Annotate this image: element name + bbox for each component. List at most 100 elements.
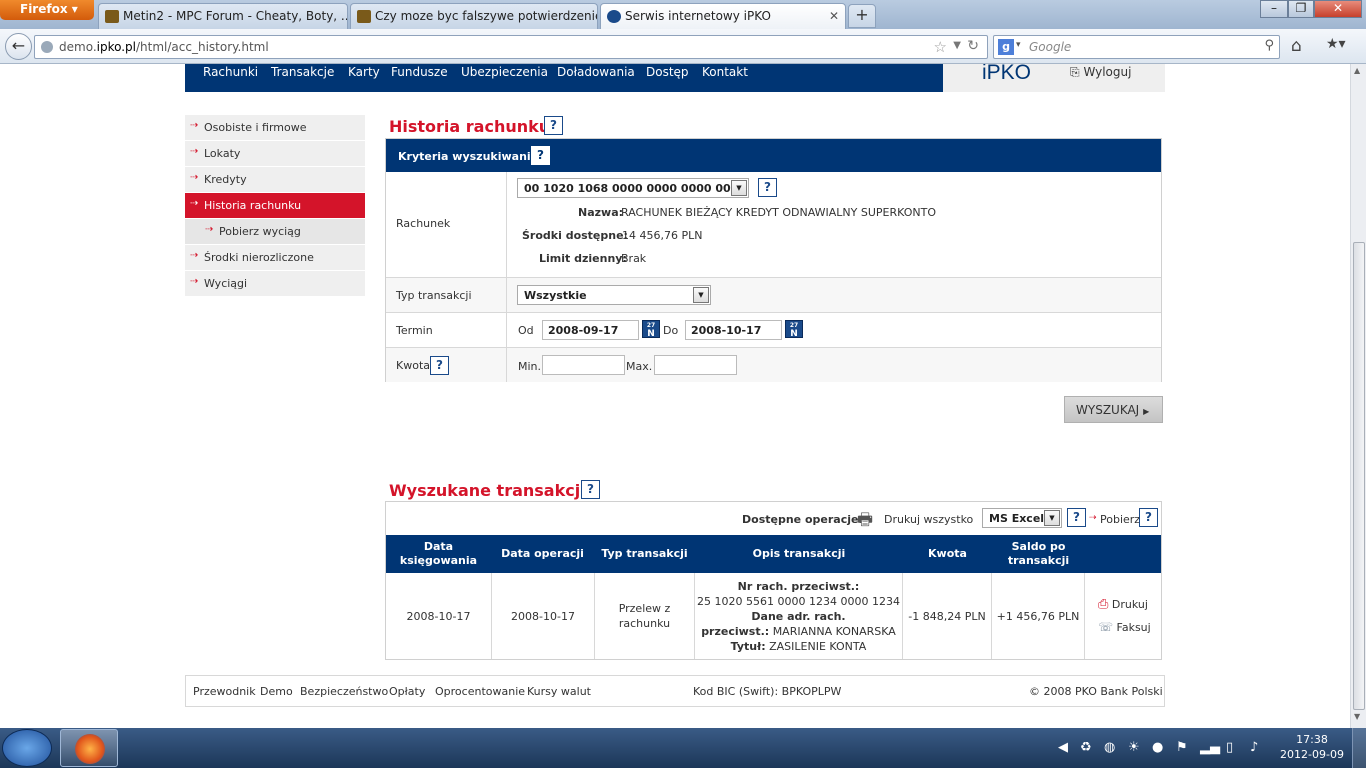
account-select[interactable]: 00 1020 1068 0000 0000 0000 0000 ▼ xyxy=(517,178,749,198)
show-desktop-button[interactable] xyxy=(1352,728,1366,768)
pdf-icon: ⎙ xyxy=(1098,596,1109,612)
download-help-button[interactable]: ? xyxy=(1139,508,1158,527)
chevron-down-icon: ▾ xyxy=(71,2,78,16)
tray-arrow-icon[interactable]: ◀ xyxy=(1058,740,1068,755)
account-row: Rachunek 00 1020 1068 0000 0000 0000 000… xyxy=(386,172,1161,277)
calendar-icon[interactable]: 27 N xyxy=(785,320,803,339)
close-tab-icon[interactable]: ✕ xyxy=(829,9,839,23)
fax-icon: ☏ xyxy=(1098,619,1114,634)
back-button[interactable]: ← xyxy=(5,33,32,60)
col-description[interactable]: Opis transakcji xyxy=(695,535,903,573)
nav-karty[interactable]: Karty xyxy=(348,65,380,79)
bookmarks-icon[interactable]: ★▾ xyxy=(1326,36,1346,52)
format-select[interactable]: MS Excel ▼ xyxy=(982,508,1062,528)
dropdown-arrow-icon[interactable]: ▼ xyxy=(953,40,961,51)
browser-nav-bar: ← demo.ipko.pl/html/acc_history.html ☆ ▼… xyxy=(0,29,1366,64)
footer-link-przewodnik[interactable]: Przewodnik xyxy=(193,685,256,698)
tray-network-globe-icon[interactable]: ◍ xyxy=(1104,740,1115,755)
col-balance[interactable]: Saldo po transakcji xyxy=(992,535,1085,573)
minimize-button[interactable]: – xyxy=(1260,0,1288,18)
nav-transakcje[interactable]: Transakcje xyxy=(271,65,334,79)
amount-max-input[interactable] xyxy=(654,355,737,375)
vertical-scrollbar[interactable]: ▲ ▼ xyxy=(1350,64,1366,728)
tray-green-icon[interactable]: ● xyxy=(1152,740,1163,755)
type-select[interactable]: Wszystkie ▼ xyxy=(517,285,711,305)
account-help-button[interactable]: ? xyxy=(758,178,777,197)
tab-metin2[interactable]: Metin2 - MPC Forum - Cheaty, Boty, ... xyxy=(98,3,348,29)
nav-doladowania[interactable]: Doładowania xyxy=(557,65,635,79)
chevron-down-icon: ▼ xyxy=(693,287,709,303)
footer-link-oplaty[interactable]: Opłaty xyxy=(389,685,425,698)
col-operation-date[interactable]: Data operacji xyxy=(491,535,594,573)
tray-monitor-icon[interactable]: ▯ xyxy=(1226,740,1233,755)
play-arrow-icon: ▶ xyxy=(1143,407,1150,416)
arrow-icon: ⇢ xyxy=(190,250,199,261)
tab-ipko[interactable]: Serwis internetowy iPKO ✕ xyxy=(600,3,846,29)
arrow-icon: ⇢ xyxy=(190,198,199,209)
search-icon[interactable]: ⚲ xyxy=(1264,38,1274,53)
date-from-input[interactable]: 2008-09-17 xyxy=(542,320,639,340)
format-help-button[interactable]: ? xyxy=(1067,508,1086,527)
tray-flag-icon[interactable]: ⚑ xyxy=(1176,740,1188,755)
date-to-input[interactable]: 2008-10-17 xyxy=(685,320,782,340)
nav-rachunki[interactable]: Rachunki xyxy=(203,65,258,79)
footer-link-oprocentowanie[interactable]: Oprocentowanie xyxy=(435,685,525,698)
sidebar-item-pobierz-wyciag[interactable]: ⇢ Pobierz wyciąg xyxy=(185,219,365,244)
nav-fundusze[interactable]: Fundusze xyxy=(391,65,448,79)
results-help-button[interactable]: ? xyxy=(581,480,600,499)
nav-dostep[interactable]: Dostęp xyxy=(646,65,689,79)
firefox-menu-button[interactable]: Firefox ▾ xyxy=(0,0,94,20)
sidebar-item-osobiste[interactable]: ⇢ Osobiste i firmowe xyxy=(185,115,365,140)
new-tab-button[interactable]: + xyxy=(848,4,876,28)
table-header: Data księgowania Data operacji Typ trans… xyxy=(386,535,1161,573)
col-type[interactable]: Typ transakcji xyxy=(594,535,695,573)
footer-link-demo[interactable]: Demo xyxy=(260,685,293,698)
tray-weather-icon[interactable]: ☀ xyxy=(1128,740,1140,755)
amount-help-button[interactable]: ? xyxy=(430,356,449,375)
ipko-logo: iPKO xyxy=(982,64,1032,84)
print-link[interactable]: ⎙ Drukuj xyxy=(1098,594,1148,616)
logo-area xyxy=(943,64,1165,92)
tray-signal-icon[interactable]: ▂▄ xyxy=(1200,740,1220,755)
home-icon[interactable]: ⌂ xyxy=(1291,36,1302,56)
url-bar[interactable]: demo.ipko.pl/html/acc_history.html ☆ ▼ ↻ xyxy=(34,35,988,59)
reload-icon[interactable]: ↻ xyxy=(967,38,979,54)
sidebar-item-srodki[interactable]: ⇢ Środki nierozliczone xyxy=(185,245,365,270)
col-booking-date[interactable]: Data księgowania xyxy=(386,535,491,573)
criteria-help-button[interactable]: ? xyxy=(531,146,550,165)
nav-ubezpieczenia[interactable]: Ubezpieczenia xyxy=(461,65,548,79)
search-input[interactable]: g ▾ Google ⚲ xyxy=(993,35,1280,59)
tray-volume-icon[interactable]: ♪ xyxy=(1250,740,1258,755)
maximize-button[interactable]: ❐ xyxy=(1288,0,1314,18)
sidebar-item-kredyty[interactable]: ⇢ Kredyty xyxy=(185,167,365,192)
col-amount[interactable]: Kwota xyxy=(903,535,992,573)
nav-kontakt[interactable]: Kontakt xyxy=(702,65,748,79)
taskbar-clock[interactable]: 17:38 2012-09-09 xyxy=(1280,732,1344,762)
start-button[interactable] xyxy=(2,729,52,767)
print-all-link[interactable]: Drukuj wszystko xyxy=(884,513,973,526)
help-button[interactable]: ? xyxy=(544,116,563,135)
search-button[interactable]: WYSZUKAJ ▶ xyxy=(1064,396,1163,423)
sidebar-item-historia[interactable]: ⇢ Historia rachunku xyxy=(185,193,365,218)
footer-link-bezpieczenstwo[interactable]: Bezpieczeństwo xyxy=(300,685,388,698)
scroll-down-icon[interactable]: ▼ xyxy=(1354,712,1360,721)
printer-icon[interactable]: 🖶 xyxy=(857,507,873,536)
taskbar-firefox[interactable] xyxy=(60,729,118,767)
sidebar-item-wyciagi[interactable]: ⇢ Wyciągi xyxy=(185,271,365,296)
tray-app-icon[interactable]: ♻ xyxy=(1080,740,1092,755)
chevron-down-icon: ▼ xyxy=(1044,510,1060,526)
fax-link[interactable]: ☏ Faksuj xyxy=(1098,616,1151,639)
sidebar-item-lokaty[interactable]: ⇢ Lokaty xyxy=(185,141,365,166)
tab-czy-moze[interactable]: Czy moze byc falszywe potwierdzenie... xyxy=(350,3,598,29)
download-link[interactable]: Pobierz xyxy=(1100,513,1140,526)
scroll-thumb[interactable] xyxy=(1353,242,1365,710)
calendar-icon[interactable]: 27 N xyxy=(642,320,660,339)
footer-link-kursy[interactable]: Kursy walut xyxy=(527,685,591,698)
amount-row: Kwota ? Min. Max. xyxy=(386,347,1161,382)
bookmark-star-icon[interactable]: ☆ xyxy=(934,38,947,56)
row-actions: ⎙ Drukuj ☏ Faksuj xyxy=(1085,573,1161,659)
logout-link[interactable]: ⎘ Wyloguj xyxy=(1070,65,1131,80)
scroll-up-icon[interactable]: ▲ xyxy=(1354,66,1360,75)
amount-min-input[interactable] xyxy=(542,355,625,375)
close-window-button[interactable]: ✕ xyxy=(1314,0,1362,18)
